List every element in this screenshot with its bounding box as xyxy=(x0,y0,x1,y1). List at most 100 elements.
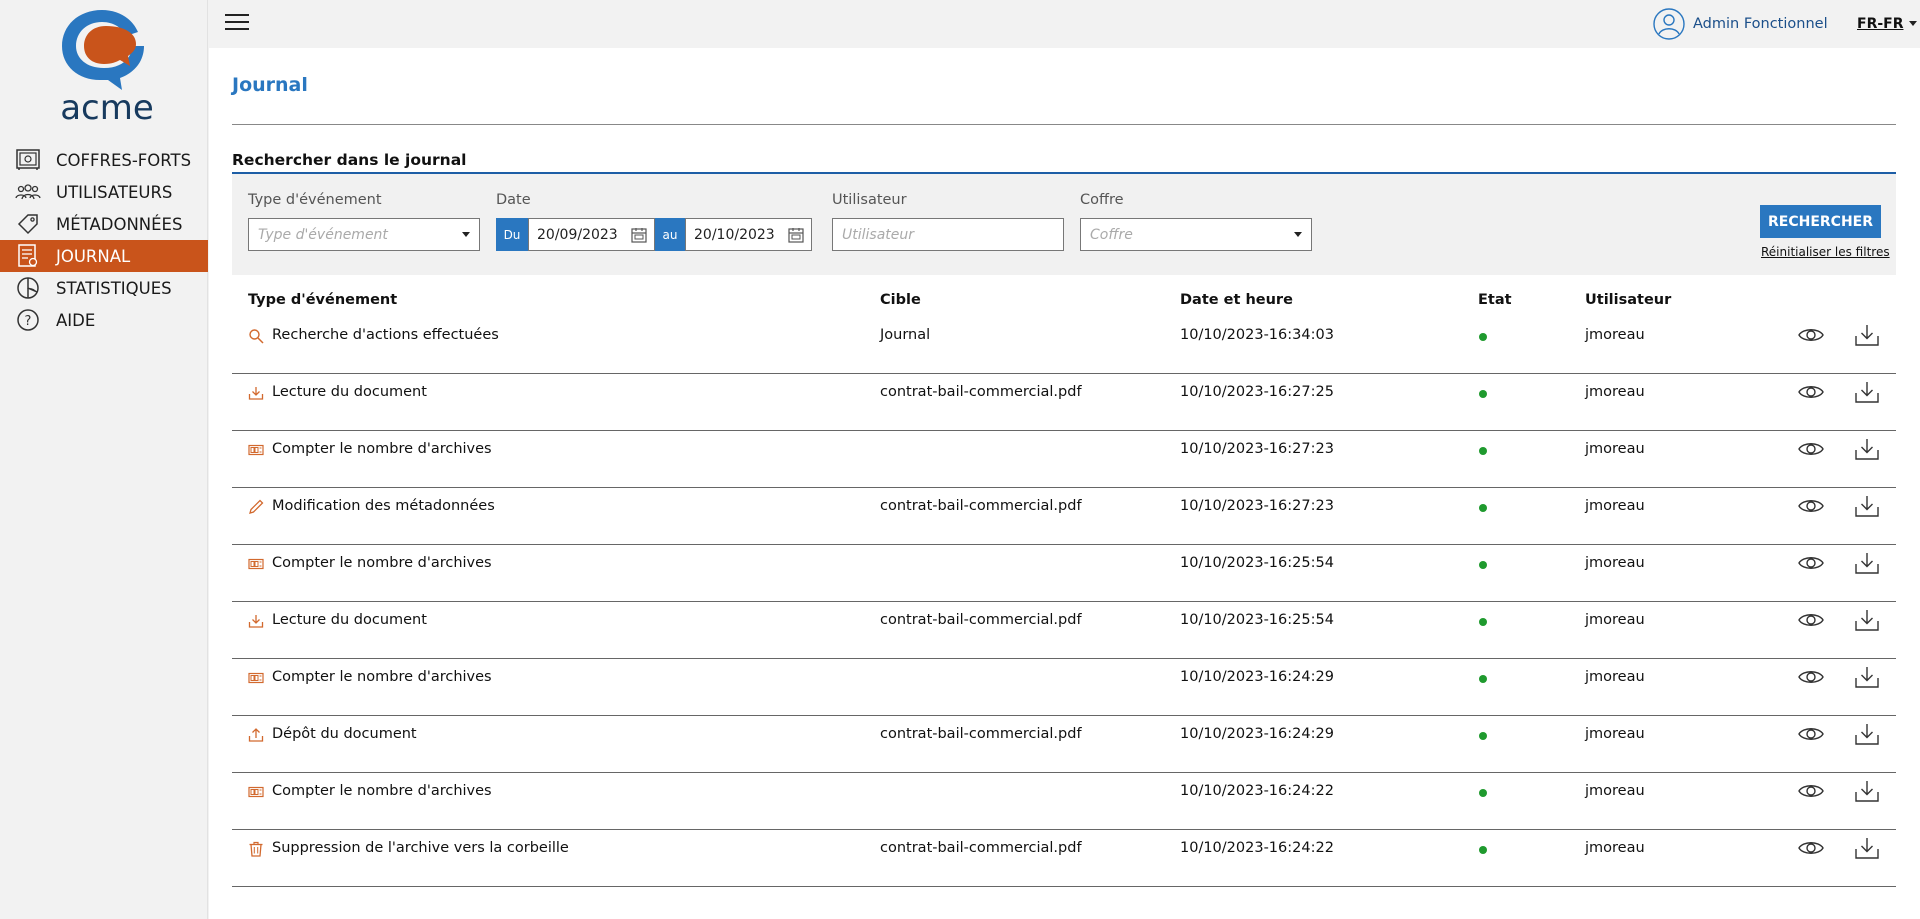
column-header-target[interactable]: Cible xyxy=(880,292,921,308)
download-icon[interactable] xyxy=(1854,779,1880,803)
event-type-cell: Lecture du document xyxy=(272,384,427,400)
download-icon[interactable] xyxy=(1854,722,1880,746)
date-to-tag: au xyxy=(655,218,685,251)
event-type-cell: Compter le nombre d'archives xyxy=(272,555,492,571)
page-title: Journal xyxy=(232,74,308,96)
table-row[interactable]: Lecture du document contrat-bail-commerci… xyxy=(232,602,1896,659)
datetime-cell: 10/10/2023-16:27:23 xyxy=(1180,441,1334,457)
svg-text:?: ? xyxy=(25,314,32,329)
menu-toggle-icon[interactable] xyxy=(225,14,249,34)
user-cell: jmoreau xyxy=(1585,498,1645,514)
view-details-icon[interactable] xyxy=(1798,781,1824,801)
column-header-datetime[interactable]: Date et heure xyxy=(1180,292,1293,308)
sidebar-item-aide[interactable]: ? AIDE xyxy=(0,304,208,336)
sidebar-item-utilisateurs[interactable]: UTILISATEURS xyxy=(0,176,208,208)
pencil-icon xyxy=(248,499,264,515)
datetime-cell: 10/10/2023-16:27:25 xyxy=(1180,384,1334,400)
date-from-tag: Du xyxy=(496,218,528,251)
help-icon: ? xyxy=(14,307,42,333)
status-ok-icon xyxy=(1479,504,1487,512)
trash-icon xyxy=(248,841,264,857)
user-cell: jmoreau xyxy=(1585,441,1645,457)
event-type-select[interactable]: Type d'événement xyxy=(248,218,480,251)
status-ok-icon xyxy=(1479,447,1487,455)
sidebar-item-label: JOURNAL xyxy=(56,246,131,266)
pie-chart-icon xyxy=(14,275,42,301)
sidebar-item-coffres-forts[interactable]: COFFRES-FORTS xyxy=(0,144,208,176)
status-ok-icon xyxy=(1479,846,1487,854)
target-cell: Journal xyxy=(880,327,931,343)
download-icon[interactable] xyxy=(1854,665,1880,689)
view-details-icon[interactable] xyxy=(1798,496,1824,516)
sidebar-item-metadonnees[interactable]: MÉTADONNÉES xyxy=(0,208,208,240)
sidebar-item-statistiques[interactable]: STATISTIQUES xyxy=(0,272,208,304)
download-icon[interactable] xyxy=(1854,437,1880,461)
datetime-cell: 10/10/2023-16:24:22 xyxy=(1180,840,1334,856)
caret-down-icon[interactable] xyxy=(1909,21,1917,26)
table-row[interactable]: Compter le nombre d'archives 10/10/2023-1… xyxy=(232,773,1896,830)
logo-bubble-icon xyxy=(62,10,144,90)
section-title: Rechercher dans le journal xyxy=(232,151,467,169)
download-icon[interactable] xyxy=(1854,494,1880,518)
target-cell: contrat-bail-commercial.pdf xyxy=(880,840,1082,856)
target-cell: contrat-bail-commercial.pdf xyxy=(880,498,1082,514)
user-filter-input[interactable]: Utilisateur xyxy=(832,218,1064,251)
vault-filter-select[interactable]: Coffre xyxy=(1080,218,1312,251)
calendar-icon[interactable] xyxy=(631,227,647,243)
table-header: Type d'événement Cible Date et heure Eta… xyxy=(232,292,1896,317)
column-header-status[interactable]: Etat xyxy=(1478,292,1512,308)
column-header-user[interactable]: Utilisateur xyxy=(1585,292,1671,308)
date-from-input[interactable]: 20/09/2023 xyxy=(528,218,655,251)
reset-filters-link[interactable]: Réinitialiser les filtres xyxy=(1761,245,1890,259)
view-details-icon[interactable] xyxy=(1798,439,1824,459)
event-type-cell: Compter le nombre d'archives xyxy=(272,669,492,685)
view-details-icon[interactable] xyxy=(1798,325,1824,345)
download-icon[interactable] xyxy=(1854,323,1880,347)
table-row[interactable]: Dépôt du document contrat-bail-commercial… xyxy=(232,716,1896,773)
calendar-icon[interactable] xyxy=(788,227,804,243)
view-details-icon[interactable] xyxy=(1798,382,1824,402)
sidebar: acme COFFRES-FORTS UTILISATEURS MÉTADONN… xyxy=(0,0,208,919)
view-details-icon[interactable] xyxy=(1798,553,1824,573)
language-selector[interactable]: FR-FR xyxy=(1857,16,1904,32)
search-button[interactable]: RECHERCHER xyxy=(1760,205,1881,238)
download-icon xyxy=(248,385,264,401)
download-icon[interactable] xyxy=(1854,836,1880,860)
status-ok-icon xyxy=(1479,618,1487,626)
datetime-cell: 10/10/2023-16:25:54 xyxy=(1180,612,1334,628)
event-type-cell: Dépôt du document xyxy=(272,726,417,742)
user-name: Admin Fonctionnel xyxy=(1693,16,1828,32)
sidebar-nav: COFFRES-FORTS UTILISATEURS MÉTADONNÉES J… xyxy=(0,144,208,336)
view-details-icon[interactable] xyxy=(1798,724,1824,744)
counter-icon xyxy=(248,442,264,458)
table-row[interactable]: Compter le nombre d'archives 10/10/2023-1… xyxy=(232,659,1896,716)
table-row[interactable]: Compter le nombre d'archives 10/10/2023-1… xyxy=(232,431,1896,488)
download-icon[interactable] xyxy=(1854,608,1880,632)
table-row[interactable]: Compter le nombre d'archives 10/10/2023-1… xyxy=(232,545,1896,602)
date-to-input[interactable]: 20/10/2023 xyxy=(685,218,812,251)
download-icon[interactable] xyxy=(1854,380,1880,404)
table-row[interactable]: Suppression de l'archive vers la corbeil… xyxy=(232,830,1896,887)
view-details-icon[interactable] xyxy=(1798,667,1824,687)
date-range: Du 20/09/2023 au 20/10/2023 xyxy=(496,218,812,251)
status-ok-icon xyxy=(1479,390,1487,398)
user-cell: jmoreau xyxy=(1585,669,1645,685)
view-details-icon[interactable] xyxy=(1798,838,1824,858)
table-row[interactable]: Lecture du document contrat-bail-commerci… xyxy=(232,374,1896,431)
datetime-cell: 10/10/2023-16:24:29 xyxy=(1180,726,1334,742)
acme-logo[interactable]: acme xyxy=(52,6,154,128)
user-menu[interactable]: Admin Fonctionnel xyxy=(1653,8,1828,40)
date-from-value: 20/09/2023 xyxy=(537,226,618,243)
sidebar-item-journal[interactable]: JOURNAL xyxy=(0,240,208,272)
sidebar-item-label: STATISTIQUES xyxy=(56,278,172,298)
event-type-label: Type d'événement xyxy=(248,192,382,208)
column-header-event-type[interactable]: Type d'événement xyxy=(248,292,397,308)
table-row[interactable]: Modification des métadonnées contrat-bail… xyxy=(232,488,1896,545)
status-ok-icon xyxy=(1479,675,1487,683)
table-row[interactable]: Recherche d'actions effectuées Journal 10/… xyxy=(232,317,1896,374)
sidebar-item-label: MÉTADONNÉES xyxy=(56,214,183,234)
event-type-cell: Compter le nombre d'archives xyxy=(272,441,492,457)
view-details-icon[interactable] xyxy=(1798,610,1824,630)
tag-icon xyxy=(14,211,42,237)
download-icon[interactable] xyxy=(1854,551,1880,575)
